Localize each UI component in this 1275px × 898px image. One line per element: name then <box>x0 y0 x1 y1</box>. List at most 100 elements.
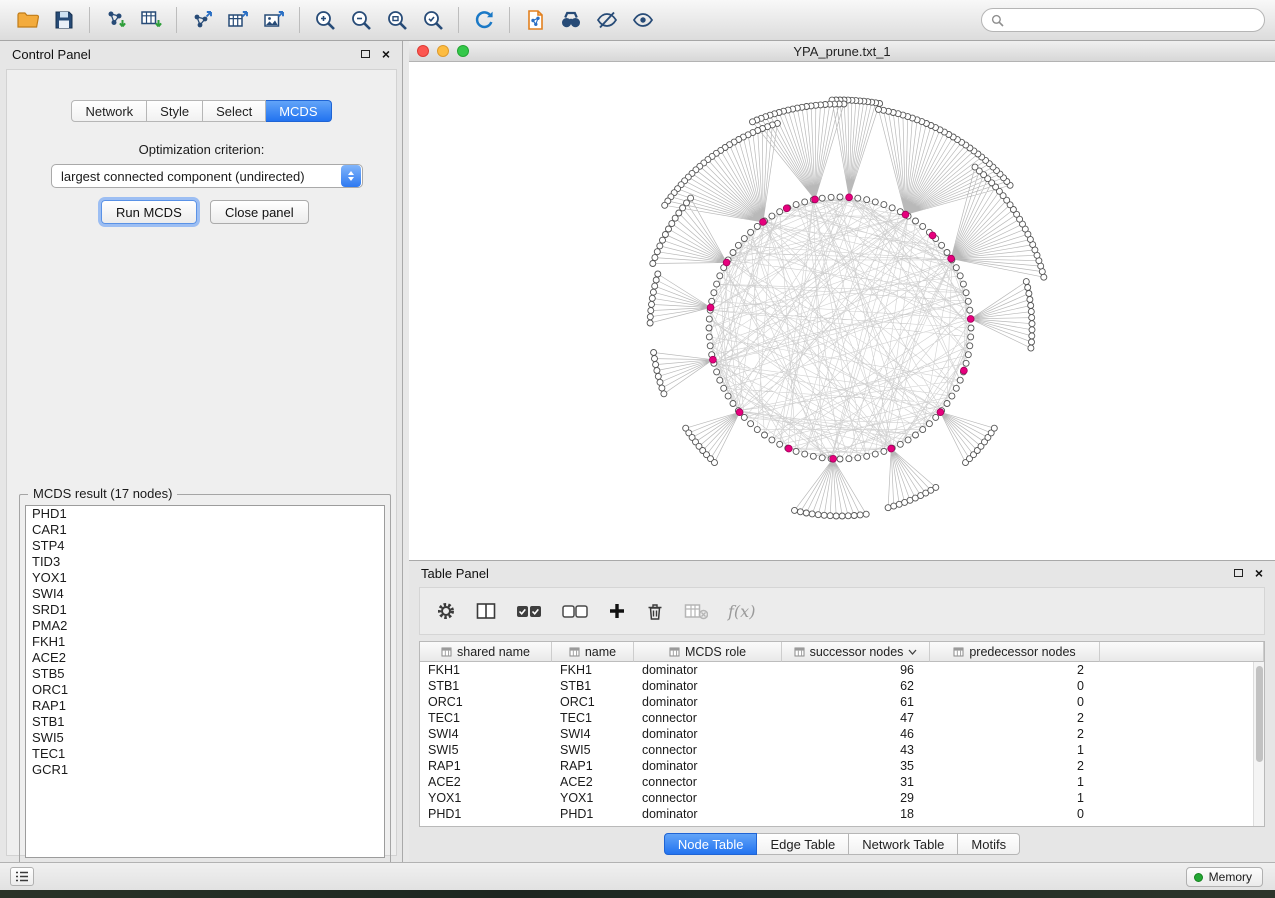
network-canvas[interactable] <box>409 62 1275 560</box>
scrollbar-thumb[interactable] <box>1256 666 1263 762</box>
table-cell: SWI5 <box>420 742 552 758</box>
table-row[interactable]: ACE2ACE2connector311 <box>420 774 1264 790</box>
mcds-result-item[interactable]: CAR1 <box>26 522 384 538</box>
tab-style[interactable]: Style <box>147 100 203 122</box>
table-row[interactable]: SWI5SWI5connector431 <box>420 742 1264 758</box>
table-row[interactable]: SWI4SWI4dominator462 <box>420 726 1264 742</box>
table-row[interactable]: PHD1PHD1dominator180 <box>420 806 1264 822</box>
table-row[interactable]: ORC1ORC1dominator610 <box>420 694 1264 710</box>
column-header-shared-name[interactable]: shared name <box>420 642 552 662</box>
network-window-title: YPA_prune.txt_1 <box>409 44 1275 59</box>
float-panel-icon[interactable] <box>1234 569 1243 577</box>
zoom-fit-button[interactable] <box>379 4 415 36</box>
run-mcds-button[interactable]: Run MCDS <box>101 200 197 224</box>
zoom-in-button[interactable] <box>307 4 343 36</box>
delete-column-button[interactable] <box>646 602 664 621</box>
zoom-fit-icon <box>385 8 409 32</box>
export-table-button[interactable] <box>220 4 256 36</box>
column-header-MCDS-role[interactable]: MCDS role <box>634 642 782 662</box>
table-tab-network-table[interactable]: Network Table <box>849 833 958 855</box>
table-row[interactable]: TEC1TEC1connector472 <box>420 710 1264 726</box>
add-column-button[interactable] <box>608 602 626 620</box>
close-panel-icon[interactable]: × <box>382 47 390 61</box>
save-session-button[interactable] <box>46 4 82 36</box>
table-tab-motifs[interactable]: Motifs <box>958 833 1020 855</box>
criterion-selected-value: largest connected component (undirected) <box>52 169 341 184</box>
mcds-result-item[interactable]: YOX1 <box>26 570 384 586</box>
select-all-button[interactable] <box>516 602 542 620</box>
mcds-result-item[interactable]: STB5 <box>26 666 384 682</box>
table-cell: ORC1 <box>420 694 552 710</box>
show-networks-list-button[interactable] <box>10 867 34 886</box>
mcds-result-item[interactable]: SRD1 <box>26 602 384 618</box>
memory-button[interactable]: Memory <box>1186 867 1263 887</box>
import-table-button[interactable] <box>133 4 169 36</box>
control-panel-header: Control Panel × <box>0 41 402 67</box>
network-search-button[interactable] <box>553 4 589 36</box>
network-window-titlebar[interactable]: YPA_prune.txt_1 <box>409 41 1275 62</box>
table-row[interactable]: RAP1RAP1dominator352 <box>420 758 1264 774</box>
deselect-all-button[interactable] <box>562 602 588 620</box>
mcds-result-item[interactable]: STP4 <box>26 538 384 554</box>
mcds-result-item[interactable]: STB1 <box>26 714 384 730</box>
mcds-result-item[interactable]: PHD1 <box>26 506 384 522</box>
import-network-button[interactable] <box>97 4 133 36</box>
search-field[interactable] <box>981 8 1265 32</box>
export-network-button[interactable] <box>184 4 220 36</box>
column-header-predecessor-nodes[interactable]: predecessor nodes <box>930 642 1100 662</box>
tab-network[interactable]: Network <box>71 100 147 122</box>
mcds-result-item[interactable]: RAP1 <box>26 698 384 714</box>
close-panel-button[interactable]: Close panel <box>210 200 309 224</box>
network-graph[interactable] <box>409 62 1275 560</box>
criterion-dropdown[interactable]: largest connected component (undirected) <box>51 164 363 188</box>
clone-network-button[interactable] <box>517 4 553 36</box>
mcds-result-item[interactable]: GCR1 <box>26 762 384 778</box>
zoom-selected-button[interactable] <box>415 4 451 36</box>
table-cell: 61 <box>782 694 930 710</box>
mcds-result-list[interactable]: PHD1CAR1STP4TID3YOX1SWI4SRD1PMA2FKH1ACE2… <box>25 505 385 858</box>
table-vertical-scrollbar[interactable] <box>1253 662 1264 826</box>
column-header-successor-nodes[interactable]: successor nodes <box>782 642 930 662</box>
show-graphics-button[interactable] <box>625 4 661 36</box>
table-cell: PHD1 <box>552 806 634 822</box>
tab-mcds[interactable]: MCDS <box>266 100 331 122</box>
column-header-name[interactable]: name <box>552 642 634 662</box>
show-columns-button[interactable] <box>476 602 496 620</box>
close-panel-icon[interactable]: × <box>1255 566 1263 580</box>
column-header-filler <box>1100 642 1264 662</box>
zoom-out-button[interactable] <box>343 4 379 36</box>
table-panel-tabs: Node TableEdge TableNetwork TableMotifs <box>409 833 1275 855</box>
mcds-result-item[interactable]: SWI4 <box>26 586 384 602</box>
table-tab-node-table[interactable]: Node Table <box>664 833 758 855</box>
float-panel-icon[interactable] <box>361 50 370 58</box>
save-icon <box>52 8 76 32</box>
mcds-result-item[interactable]: ACE2 <box>26 650 384 666</box>
table-cell: RAP1 <box>420 758 552 774</box>
refresh-button[interactable] <box>466 4 502 36</box>
table-cell: ACE2 <box>420 774 552 790</box>
table-settings-button[interactable] <box>436 601 456 621</box>
table-tab-edge-table[interactable]: Edge Table <box>757 833 849 855</box>
table-row[interactable]: FKH1FKH1dominator962 <box>420 662 1264 678</box>
mcds-result-item[interactable]: TID3 <box>26 554 384 570</box>
mcds-result-item[interactable]: ORC1 <box>26 682 384 698</box>
table-header-row: shared namenameMCDS rolesuccessor nodesp… <box>420 642 1264 662</box>
mcds-result-item[interactable]: PMA2 <box>26 618 384 634</box>
table-row[interactable]: YOX1YOX1connector291 <box>420 790 1264 806</box>
tab-select[interactable]: Select <box>203 100 266 122</box>
list-icon <box>15 871 29 882</box>
table-cell: 0 <box>930 678 1100 694</box>
mcds-result-item[interactable]: SWI5 <box>26 730 384 746</box>
table-cell: 43 <box>782 742 930 758</box>
table-panel-header: Table Panel × <box>409 561 1275 585</box>
mcds-result-item[interactable]: TEC1 <box>26 746 384 762</box>
mcds-result-item[interactable]: FKH1 <box>26 634 384 650</box>
open-session-button[interactable] <box>10 4 46 36</box>
hide-graphics-button[interactable] <box>589 4 625 36</box>
table-row[interactable]: STB1STB1dominator620 <box>420 678 1264 694</box>
import-table-icon <box>139 8 163 32</box>
node-table[interactable]: shared namenameMCDS rolesuccessor nodesp… <box>419 641 1265 827</box>
search-input[interactable] <box>1010 13 1255 28</box>
export-image-button[interactable] <box>256 4 292 36</box>
table-cell: 18 <box>782 806 930 822</box>
